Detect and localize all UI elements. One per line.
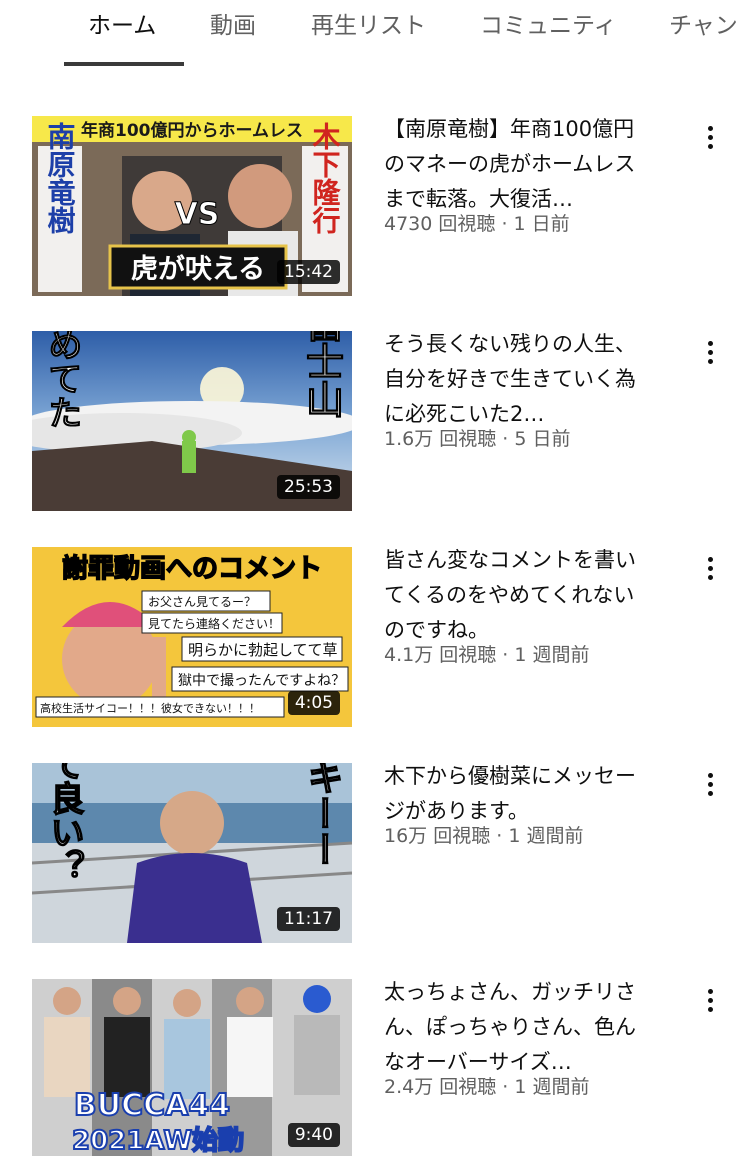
tab-playlists[interactable]: 再生リスト (311, 6, 426, 40)
channel-tabs: ホーム 動画 再生リスト コミュニティ チャン (0, 0, 740, 68)
more-options-icon[interactable] (696, 769, 724, 805)
meta-separator: · (490, 825, 509, 847)
view-count: 16万 回視聴 (384, 825, 491, 847)
thumb-right-name: 木下隆行 (309, 122, 342, 234)
thumb-left-text: 言って良い？ (44, 763, 84, 883)
video-duration: 15:42 (277, 260, 340, 284)
thumb-vs-text: VS (175, 197, 220, 232)
video-item[interactable]: BUCCA44 2021AW始動 9:40 太っちょさん、ガッチリさん、ぽっちゃ… (0, 979, 740, 1156)
meta-separator: · (496, 428, 515, 450)
video-thumbnail[interactable]: 謝罪動画へのコメント お父さん見てるー？ 見てたら連絡ください！ 明らかに勃起し… (32, 547, 352, 727)
video-title[interactable]: そう長くない残りの人生、自分を好きで生きていく為に必死こいた2… (384, 327, 654, 432)
thumb-bottom-text: 虎が吠える (131, 253, 265, 285)
thumb-comment: 明らかに勃起してて草 (188, 641, 338, 659)
thumb-line2: 2021AW始動 (72, 1126, 244, 1156)
view-count: 1.6万 回視聴 (384, 428, 497, 450)
video-title[interactable]: 太っちょさん、ガッチリさん、ぽっちゃりさん、色んなオーバーサイズ… (384, 975, 654, 1080)
video-thumbnail[interactable]: 年商100億円からホームレス 南原竜樹 木下隆行 VS 虎が吠える 15:42 (32, 116, 352, 296)
video-meta: 4.1万 回視聴 · 1 週間前 (384, 640, 590, 667)
video-duration: 4:05 (287, 691, 340, 715)
video-duration: 25:53 (277, 475, 340, 499)
video-duration: 9:40 (287, 1123, 340, 1147)
video-item[interactable]: 謝罪動画へのコメント お父さん見てるー？ 見てたら連絡ください！ 明らかに勃起し… (0, 547, 740, 727)
video-thumbnail[interactable]: なめてた 富士山 25:53 (32, 331, 352, 511)
tab-community[interactable]: コミュニティ (480, 6, 617, 40)
more-options-icon[interactable] (696, 985, 724, 1021)
video-duration: 11:17 (277, 907, 340, 931)
tab-home[interactable]: ホーム (88, 6, 156, 40)
video-meta: 1.6万 回視聴 · 5 日前 (384, 424, 571, 451)
upload-age: 5 日前 (514, 428, 571, 450)
thumb-comment: 見てたら連絡ください！ (148, 616, 280, 631)
tab-channels[interactable]: チャン (669, 6, 738, 40)
video-item[interactable]: 年商100億円からホームレス 南原竜樹 木下隆行 VS 虎が吠える 15:42 … (0, 116, 740, 296)
meta-separator: · (496, 644, 515, 666)
active-tab-indicator (64, 62, 184, 66)
video-item[interactable]: 言って良い？ ユッキーー 11:17 木下から優樹菜にメッセージがあります。 1… (0, 763, 740, 943)
upload-age: 1 週間前 (514, 1076, 590, 1098)
thumb-right-text: 富士山 (300, 331, 345, 418)
more-options-icon[interactable] (696, 553, 724, 589)
meta-separator: · (496, 1076, 515, 1098)
video-meta: 16万 回視聴 · 1 週間前 (384, 821, 583, 848)
video-title[interactable]: 皆さん変なコメントを書いてくるのをやめてくれないのですね。 (384, 543, 654, 648)
thumb-left-name: 南原竜樹 (44, 122, 77, 234)
video-meta: 4730 回視聴 · 1 日前 (384, 209, 570, 236)
video-item[interactable]: なめてた 富士山 25:53 そう長くない残りの人生、自分を好きで生きていく為に… (0, 331, 740, 511)
more-options-icon[interactable] (696, 337, 724, 373)
upload-age: 1 週間前 (514, 644, 590, 666)
meta-separator: · (495, 213, 514, 235)
thumb-comment: お父さん見てるー？ (148, 595, 256, 609)
more-options-icon[interactable] (696, 122, 724, 158)
video-thumbnail[interactable]: BUCCA44 2021AW始動 9:40 (32, 979, 352, 1156)
thumb-banner-text: 年商100億円からホームレス (81, 120, 303, 141)
thumb-comment: 獄中で撮ったんですよね？ (178, 672, 345, 689)
thumb-right-text: ユッキーー (302, 763, 343, 867)
video-meta: 2.4万 回視聴 · 1 週間前 (384, 1072, 590, 1099)
thumb-banner-text: 謝罪動画へのコメント (62, 553, 322, 584)
thumb-line1: BUCCA44 (74, 1088, 230, 1123)
upload-age: 1 日前 (513, 213, 570, 235)
thumb-comment: 高校生活サイコー！！！彼女できない！！！ (40, 701, 260, 715)
view-count: 2.4万 回視聴 (384, 1076, 497, 1098)
view-count: 4.1万 回視聴 (384, 644, 497, 666)
video-thumbnail[interactable]: 言って良い？ ユッキーー 11:17 (32, 763, 352, 943)
thumb-left-text: なめてた (42, 331, 82, 429)
video-title[interactable]: 【南原竜樹】年商100億円のマネーの虎がホームレスまで転落。大復活… (384, 112, 654, 217)
video-title[interactable]: 木下から優樹菜にメッセージがあります。 (384, 759, 654, 829)
view-count: 4730 回視聴 (384, 213, 496, 235)
tab-videos[interactable]: 動画 (210, 6, 256, 40)
upload-age: 1 週間前 (508, 825, 584, 847)
